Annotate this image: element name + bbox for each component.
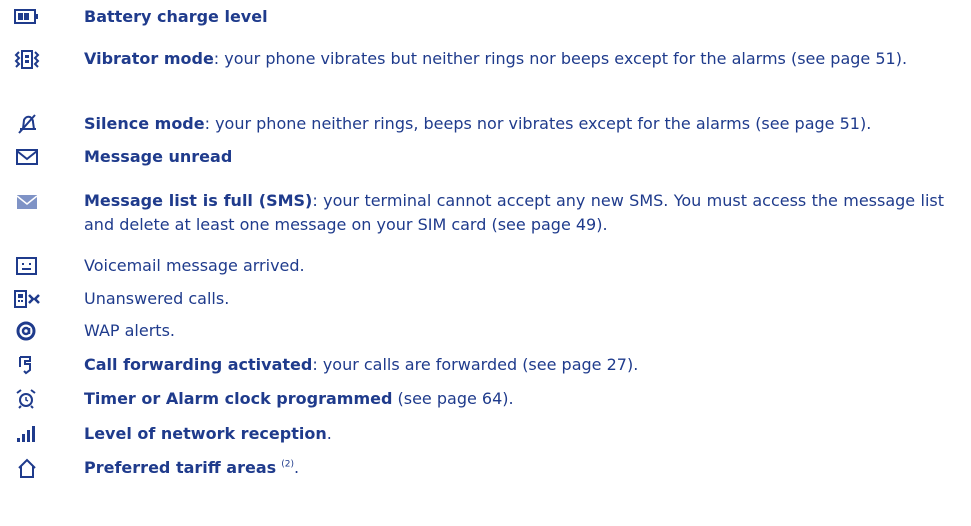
item-title: Preferred tariff areas [84, 458, 277, 477]
item-text: Battery charge level [84, 5, 944, 29]
item-title: Level of network reception [84, 424, 327, 443]
item-title: Call forwarding activated [84, 355, 313, 374]
battery-icon [14, 7, 40, 27]
status-icon-list: Battery charge level Vibrator mode: your… [0, 0, 971, 526]
item-text: Message list is full (SMS): your termina… [84, 189, 944, 237]
item-text: Preferred tariff areas (2). [84, 456, 944, 480]
item-text: Silence mode: your phone neither rings, … [84, 112, 944, 136]
silence-icon [14, 114, 40, 134]
item-description: : your phone neither rings, beeps nor vi… [204, 114, 872, 133]
item-text: Voicemail message arrived. [84, 254, 944, 278]
item-title: Message list is full (SMS) [84, 191, 313, 210]
item-text: Level of network reception. [84, 422, 944, 446]
footnote-marker: (2) [281, 459, 294, 470]
item-description: (see page 64). [392, 389, 514, 408]
item-description: Unanswered calls. [84, 289, 230, 308]
item-text: Call forwarding activated: your calls ar… [84, 353, 944, 377]
item-text: WAP alerts. [84, 319, 944, 343]
signal-bars-icon [14, 424, 40, 444]
item-title: Message unread [84, 147, 233, 166]
at-sign-icon [14, 321, 40, 341]
call-forward-icon [14, 355, 40, 375]
item-text: Unanswered calls. [84, 287, 944, 311]
item-text: Vibrator mode: your phone vibrates but n… [84, 47, 944, 71]
voicemail-icon [14, 256, 40, 276]
item-description: . [294, 458, 300, 477]
item-text: Timer or Alarm clock programmed (see pag… [84, 387, 944, 411]
item-title: Vibrator mode [84, 49, 214, 68]
item-description: Voicemail message arrived. [84, 256, 305, 275]
envelope-filled-icon [14, 191, 40, 211]
item-description: : your phone vibrates but neither rings … [213, 49, 908, 68]
item-description: : your calls are forwarded (see page 27)… [312, 355, 639, 374]
alarm-clock-icon [14, 389, 40, 409]
item-text: Message unread [84, 145, 944, 169]
item-description: . [326, 424, 332, 443]
item-title: Battery charge level [84, 7, 268, 26]
item-description: WAP alerts. [84, 321, 175, 340]
item-title: Timer or Alarm clock programmed [84, 389, 393, 408]
item-title: Silence mode [84, 114, 205, 133]
envelope-outline-icon [14, 147, 40, 167]
missed-call-icon [14, 289, 40, 309]
home-icon [14, 458, 40, 478]
vibrate-icon [14, 49, 40, 69]
